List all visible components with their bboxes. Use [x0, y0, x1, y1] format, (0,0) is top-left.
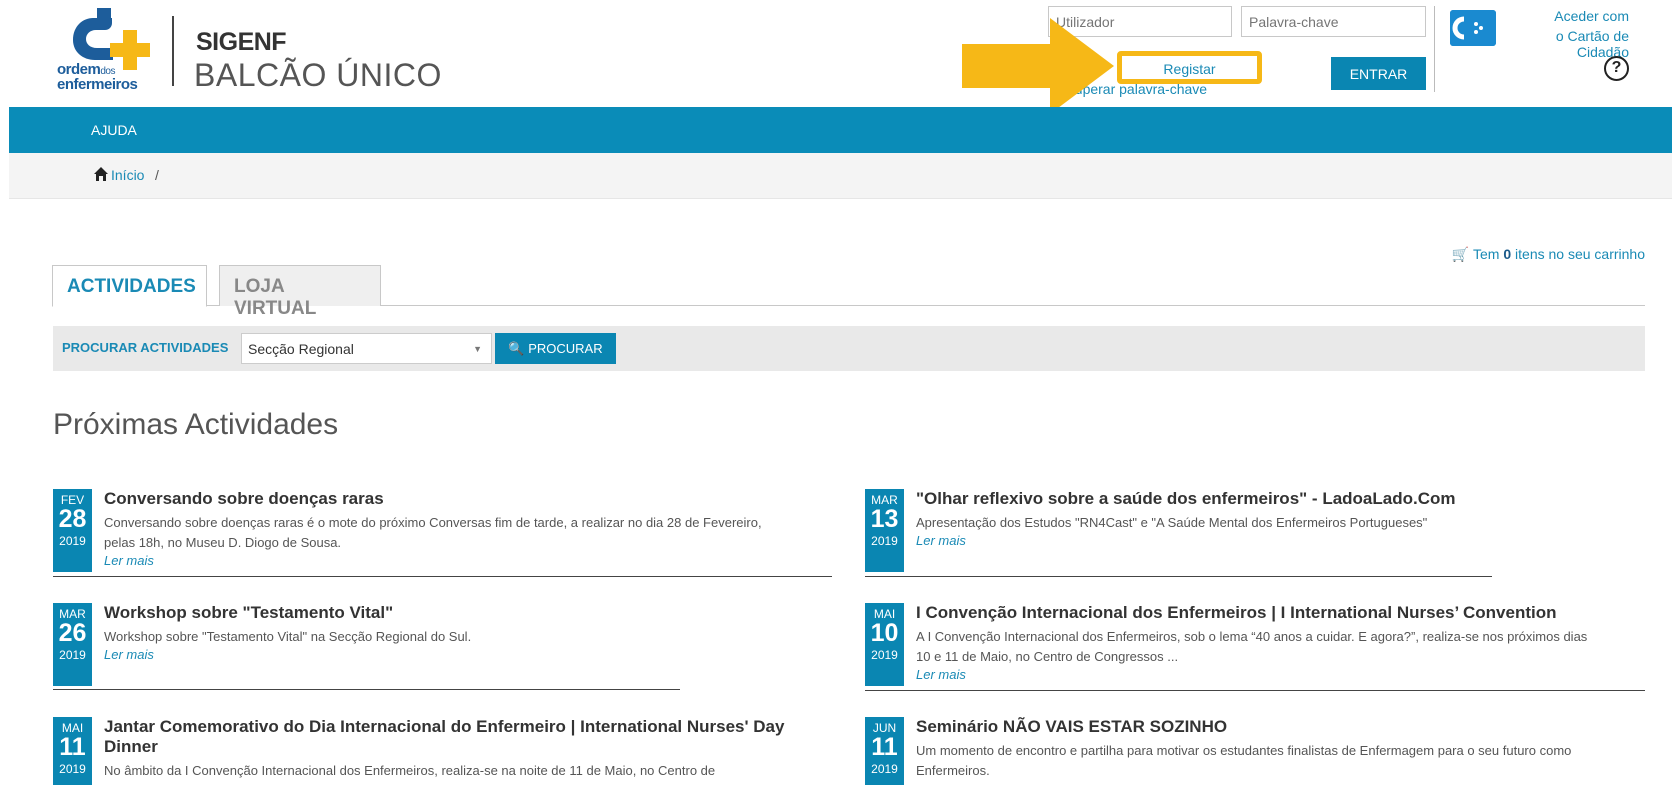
search-button-label: PROCURAR: [528, 341, 603, 356]
activity-description: Conversando sobre doenças raras é o mote…: [104, 515, 762, 530]
citizen-card-login-link-line2[interactable]: o Cartão de Cidadão: [1500, 28, 1629, 60]
activity-item: JUN 11 2019 Seminário NÃO VAIS ESTAR SOZ…: [865, 717, 1645, 785]
date-badge: MAI 10 2019: [865, 603, 904, 686]
search-label: PROCURAR ACTIVIDADES: [62, 340, 229, 355]
citizen-card-login-link[interactable]: Aceder com: [1510, 8, 1629, 24]
activity-title[interactable]: "Olhar reflexivo sobre a saúde dos enfer…: [916, 489, 1455, 509]
main-navbar: AJUDA: [9, 107, 1672, 153]
home-icon: [94, 167, 108, 181]
date-day: 11: [871, 733, 898, 761]
date-year: 2019: [59, 762, 86, 776]
tab-actividades[interactable]: ACTIVIDADES: [52, 265, 207, 307]
date-badge: MAR 26 2019: [53, 603, 92, 686]
select-value: Secção Regional: [248, 341, 354, 357]
header-divider: [1434, 6, 1435, 92]
date-day: 13: [870, 505, 899, 533]
date-day: 10: [870, 619, 899, 647]
section-title: Próximas Actividades: [53, 408, 339, 441]
activity-description-line2: pelas 18h, no Museu D. Diogo de Sousa.: [104, 535, 342, 550]
date-year: 2019: [871, 762, 898, 776]
activity-description: No âmbito da I Convenção Internacional d…: [104, 763, 716, 778]
password-input[interactable]: [1241, 6, 1426, 37]
activity-title-line2[interactable]: Dinner: [104, 737, 158, 757]
brand-title: SIGENF: [196, 28, 287, 56]
breadcrumb-separator: /: [155, 167, 159, 183]
date-year: 2019: [871, 648, 898, 662]
read-more-link[interactable]: Ler mais: [916, 533, 966, 548]
activity-title[interactable]: Conversando sobre doenças raras: [104, 489, 384, 509]
activity-title[interactable]: I Convenção Internacional dos Enfermeiro…: [916, 603, 1557, 623]
read-more-link[interactable]: Ler mais: [916, 667, 966, 682]
date-year: 2019: [871, 534, 898, 548]
read-more-link[interactable]: Ler mais: [104, 647, 154, 662]
date-day: 11: [59, 733, 86, 761]
activity-item: MAR 13 2019 "Olhar reflexivo sobre a saú…: [865, 489, 1492, 577]
activity-item: FEV 28 2019 Conversando sobre doenças ra…: [53, 489, 832, 577]
login-button[interactable]: ENTRAR: [1331, 57, 1426, 90]
date-year: 2019: [59, 648, 86, 662]
activity-divider: [865, 576, 1492, 577]
activity-divider: [53, 689, 680, 690]
register-link[interactable]: Registar: [1117, 61, 1262, 77]
regional-section-select[interactable]: Secção Regional ▼: [241, 333, 492, 364]
activity-description-line2: Enfermeiros.: [916, 763, 990, 778]
activity-title[interactable]: Seminário NÃO VAIS ESTAR SOZINHO: [916, 717, 1227, 737]
cart-suffix: itens no seu carrinho: [1515, 246, 1645, 262]
help-icon[interactable]: ?: [1604, 56, 1629, 81]
activity-item: MAI 10 2019 I Convenção Internacional do…: [865, 603, 1645, 691]
date-year: 2019: [59, 534, 86, 548]
date-badge: JUN 11 2019: [865, 717, 904, 785]
chevron-down-icon: ▼: [473, 344, 482, 354]
cart-prefix: Tem: [1473, 246, 1500, 262]
activity-description-line2: 10 e 11 de Maio, no Centro de Congressos…: [916, 649, 1179, 664]
header: ordemdos enfermeiros SIGENF BALCÃO ÚNICO…: [0, 0, 1672, 114]
breadcrumb: Início /: [9, 153, 1672, 199]
cart-count: 0: [1503, 246, 1512, 262]
date-day: 28: [58, 505, 87, 533]
activity-title[interactable]: Jantar Comemorativo do Dia Internacional…: [104, 717, 784, 737]
search-icon: 🔍: [508, 341, 525, 356]
nav-item-ajuda[interactable]: AJUDA: [91, 122, 137, 138]
activity-item: MAR 26 2019 Workshop sobre "Testamento V…: [53, 603, 680, 691]
citizen-card-icon[interactable]: [1450, 10, 1496, 46]
activity-divider: [865, 690, 1645, 691]
activity-description: Um momento de encontro e partilha para m…: [916, 743, 1572, 758]
cart-icon: 🛒: [1451, 246, 1470, 262]
search-bar: PROCURAR ACTIVIDADES Secção Regional ▼ 🔍…: [53, 326, 1645, 371]
activity-title[interactable]: Workshop sobre "Testamento Vital": [104, 603, 393, 623]
highlight-arrow-icon: [962, 18, 1114, 114]
logo-divider: [172, 16, 174, 86]
search-button[interactable]: 🔍 PROCURAR: [495, 333, 616, 364]
tab-loja-virtual[interactable]: LOJA VIRTUAL: [219, 265, 381, 319]
date-day: 26: [58, 619, 87, 647]
cart-summary[interactable]: 🛒 Tem 0 itens no seu carrinho: [1450, 246, 1645, 263]
logo-text-enfermeiros: enfermeiros: [57, 76, 138, 93]
activity-divider: [53, 576, 832, 577]
brand-subtitle: BALCÃO ÚNICO: [194, 57, 442, 93]
breadcrumb-home-link[interactable]: Início: [111, 167, 144, 183]
read-more-link[interactable]: Ler mais: [104, 553, 154, 568]
activity-item: MAI 11 2019 Jantar Comemorativo do Dia I…: [53, 717, 832, 785]
activity-description: Workshop sobre "Testamento Vital" na Sec…: [104, 629, 472, 644]
activity-description: A I Convenção Internacional dos Enfermei…: [916, 629, 1588, 644]
activity-description: Apresentação dos Estudos "RN4Cast" e "A …: [916, 515, 1428, 530]
date-badge: MAR 13 2019: [865, 489, 904, 572]
date-badge: FEV 28 2019: [53, 489, 92, 572]
date-badge: MAI 11 2019: [53, 717, 92, 785]
